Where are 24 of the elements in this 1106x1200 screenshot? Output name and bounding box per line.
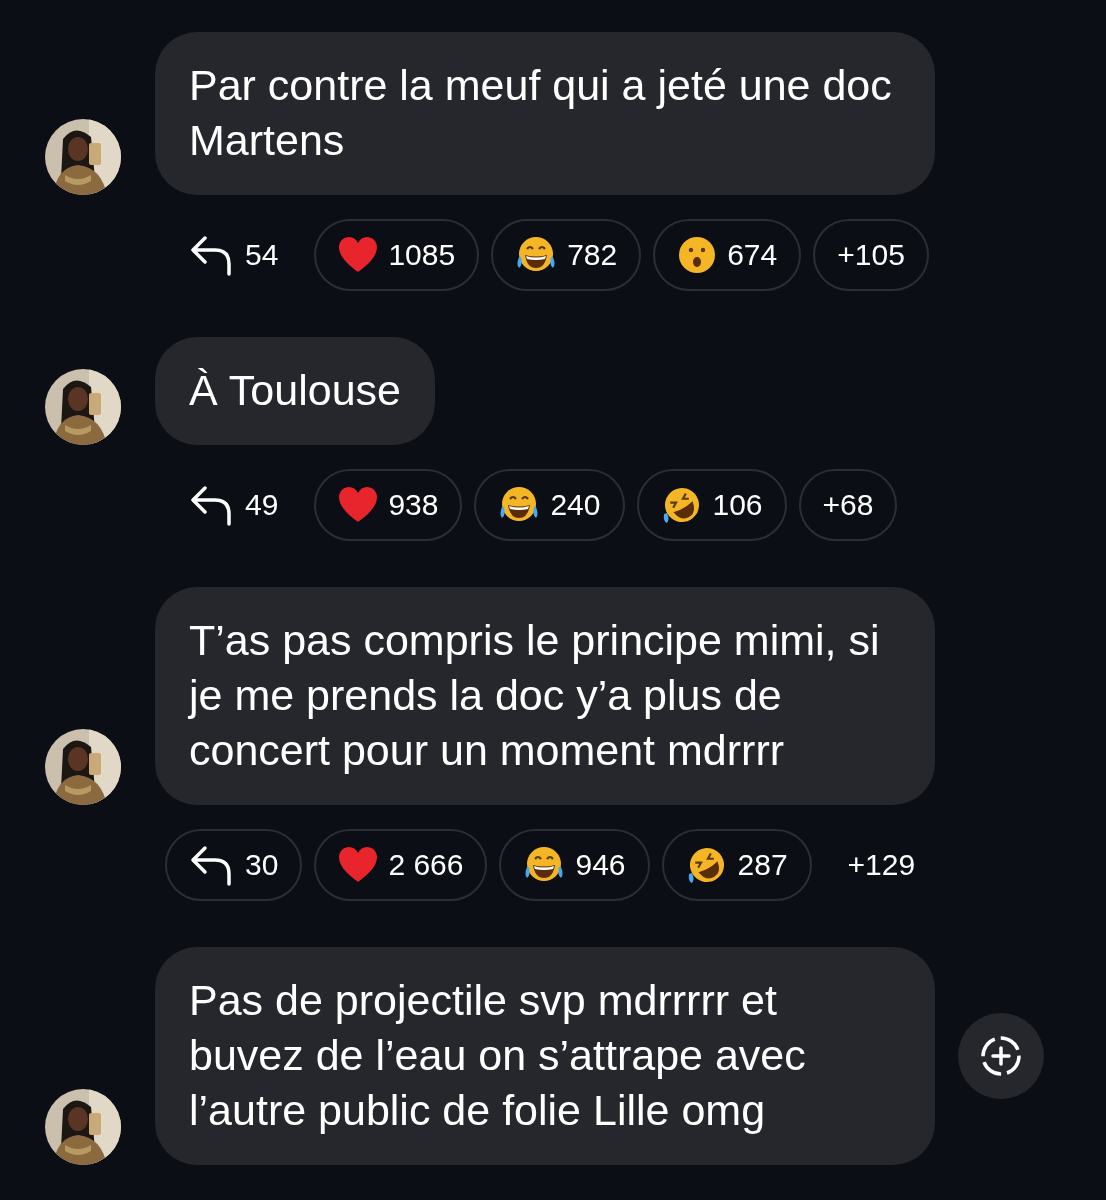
more-reactions-button[interactable]: +129 <box>823 829 940 901</box>
message-bubble: T’as pas compris le principe mimi, si je me prends la doc y’a plus de concert pour un moment mdrrrr <box>155 587 935 805</box>
message-bubble: Pas de projectile svp mdrrrrr et buvez de l’eau on s’attrape avec l’autre public de folie Lille omg <box>155 947 935 1165</box>
reaction-button[interactable]: 106 <box>636 469 787 541</box>
reply-button[interactable]: 54 <box>165 219 303 291</box>
heart-icon <box>338 236 379 274</box>
add-icon <box>979 1034 1023 1078</box>
reaction-button[interactable]: 1085 <box>314 219 480 291</box>
reaction-button[interactable]: 938 <box>314 469 463 541</box>
reaction-button[interactable]: 240 <box>474 469 625 541</box>
reaction-button[interactable]: 287 <box>661 829 812 901</box>
reaction-button[interactable]: 946 <box>499 829 650 901</box>
message-bubble: Par contre la meuf qui a jeté une doc Martens <box>155 32 935 195</box>
reaction-button[interactable]: 2 666 <box>314 829 488 901</box>
reply-button[interactable]: 49 <box>165 469 303 541</box>
message-bubble: À Toulouse <box>155 337 435 445</box>
surprised-face-icon <box>677 235 718 275</box>
reaction-button[interactable]: 674 <box>653 219 802 291</box>
more-reactions-button[interactable]: +68 <box>798 469 898 541</box>
reply-button[interactable]: 30 <box>165 829 303 901</box>
more-reactions-button[interactable]: +105 <box>813 219 929 291</box>
heart-icon <box>338 486 379 524</box>
heart-icon <box>338 846 379 884</box>
reaction-button[interactable]: 782 <box>491 219 642 291</box>
